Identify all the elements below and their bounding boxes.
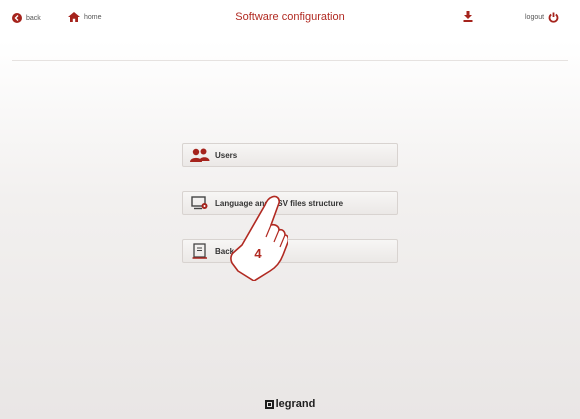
legrand-logo: legrand [0, 398, 580, 410]
page-background: back home Software configuration logout [0, 0, 580, 419]
backup-restore-button[interactable]: Back ore [182, 239, 398, 263]
header-bar: back home Software configuration logout [0, 0, 580, 36]
users-icon [189, 147, 211, 163]
users-button[interactable]: Users [182, 143, 398, 167]
step-number: 4 [254, 246, 262, 261]
download-button[interactable] [463, 11, 473, 22]
users-label: Users [215, 150, 238, 160]
brand-name: legrand [275, 398, 316, 410]
page-title: Software configuration [235, 11, 345, 23]
power-icon [548, 12, 559, 23]
header-divider [12, 60, 568, 61]
backup-icon [189, 243, 211, 259]
language-csv-button[interactable]: Language and CSV files structure [182, 191, 398, 215]
legrand-logo-mark [264, 399, 274, 409]
logout-label: logout [525, 14, 545, 21]
logout-button[interactable]: logout [525, 12, 559, 23]
tap-hand-icon [230, 195, 288, 281]
monitor-settings-icon [189, 195, 211, 211]
download-icon [463, 11, 473, 22]
